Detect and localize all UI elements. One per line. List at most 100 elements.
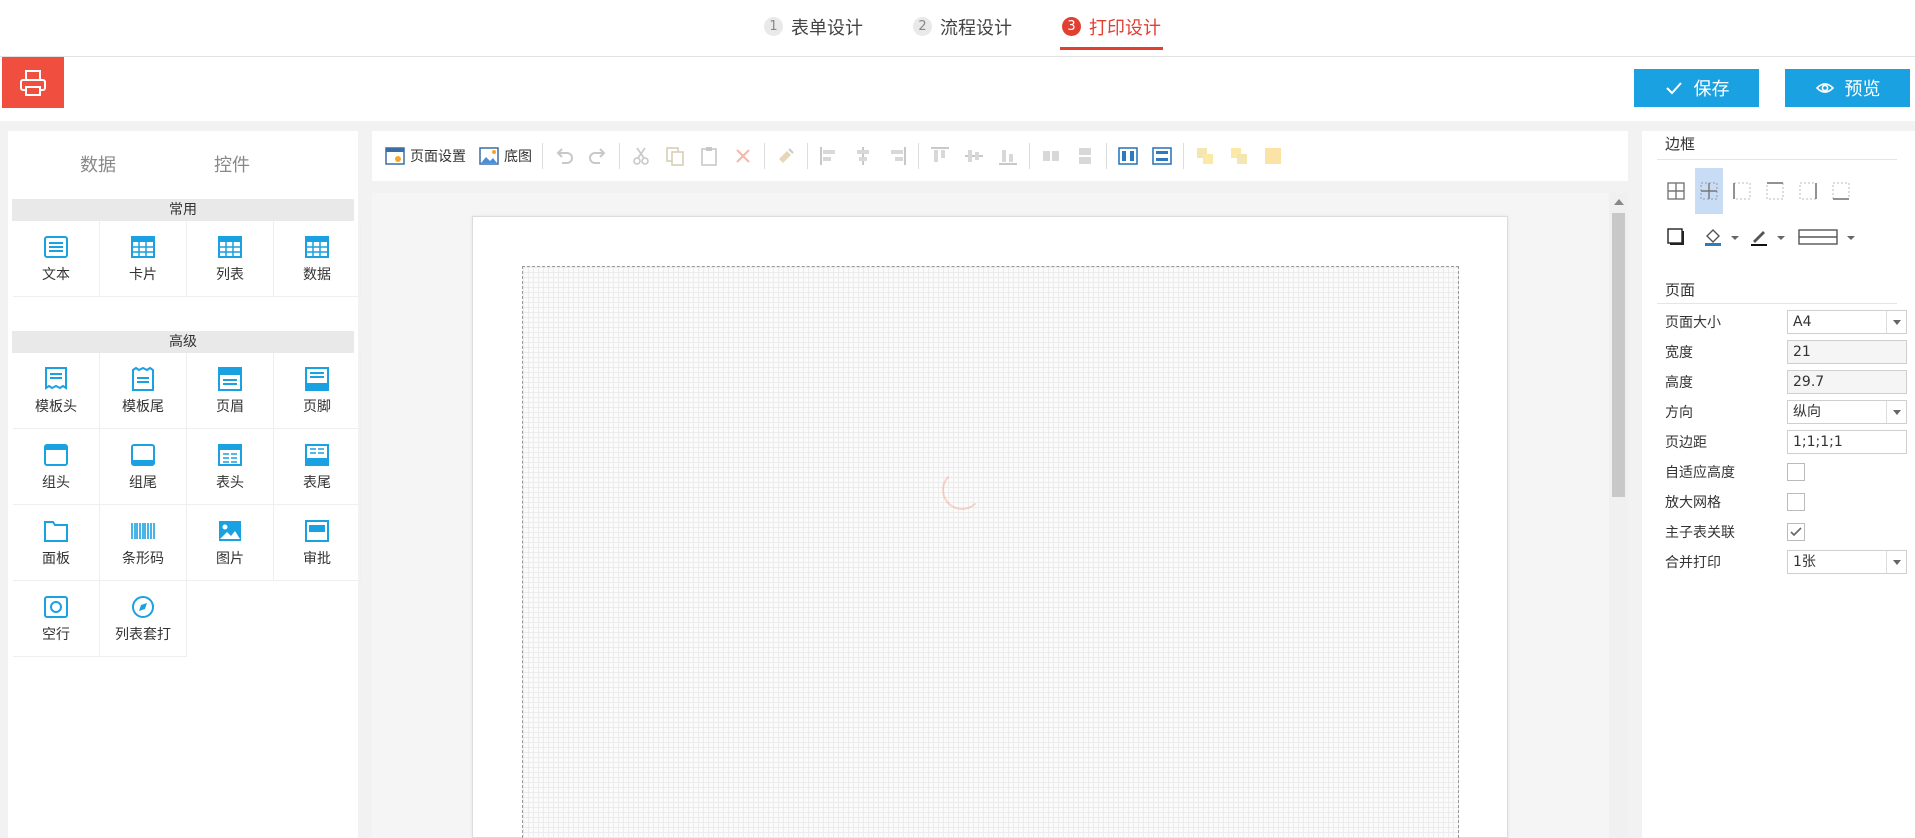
shadow-icon[interactable] (1665, 226, 1687, 248)
line-color-icon[interactable] (1748, 226, 1770, 248)
control-label: 表尾 (303, 475, 331, 491)
height-field[interactable]: 29.7 (1787, 370, 1907, 394)
same-height-button[interactable] (1068, 141, 1102, 171)
control-page-header[interactable]: 页眉 (187, 353, 274, 429)
same-width-icon (1043, 151, 1059, 161)
cut-button[interactable] (624, 141, 658, 171)
panel-icon (44, 521, 68, 542)
prop-label: 页边距 (1665, 435, 1707, 451)
eye-icon (1815, 83, 1834, 93)
control-card[interactable]: 卡片 (100, 221, 187, 297)
merge-print-select[interactable]: 1张 (1787, 550, 1907, 574)
tab-data[interactable]: 数据 (80, 151, 116, 177)
step-number: 3 (1062, 17, 1081, 36)
tab-controls[interactable]: 控件 (214, 151, 250, 177)
zoom-grid-checkbox[interactable] (1787, 493, 1805, 511)
left-border-icon[interactable] (1731, 180, 1753, 202)
chevron-down-icon[interactable] (1886, 551, 1906, 573)
auto-height-checkbox[interactable] (1787, 463, 1805, 481)
delete-button[interactable] (726, 141, 760, 171)
control-data[interactable]: 数据 (274, 221, 361, 297)
step-print-design[interactable]: 3 打印设计 (1060, 14, 1163, 50)
background-image-button[interactable]: 底图 (472, 141, 538, 171)
control-label: 列表 (216, 267, 244, 283)
control-group-footer[interactable]: 组尾 (100, 429, 187, 505)
inner-borders-icon[interactable] (1698, 180, 1720, 202)
align-left-button[interactable] (812, 141, 846, 171)
control-list[interactable]: 列表 (187, 221, 274, 297)
control-panel[interactable]: 面板 (13, 505, 100, 581)
align-middle-button[interactable] (957, 141, 991, 171)
align-top-button[interactable] (923, 141, 957, 171)
scrollbar-thumb[interactable] (1612, 213, 1625, 497)
all-borders-icon[interactable] (1665, 180, 1687, 202)
control-table-footer[interactable]: 表尾 (274, 429, 361, 505)
save-label: 保存 (1693, 79, 1730, 100)
paste-button[interactable] (692, 141, 726, 171)
canvas-scrollbar[interactable] (1609, 193, 1628, 838)
control-group-header[interactable]: 组头 (13, 429, 100, 505)
control-approval[interactable]: 审批 (274, 505, 361, 581)
properties-panel: 边框 页面 页面大小 A4 宽度 21 高度 29.7 方向 纵向 页边距 1;… (1642, 131, 1915, 838)
chevron-down-icon[interactable] (1886, 311, 1906, 333)
chevron-down-icon[interactable] (1840, 226, 1862, 248)
control-label: 模板头 (35, 399, 77, 415)
line-style-icon[interactable] (1798, 226, 1838, 248)
vertical-distribute-button[interactable] (1145, 141, 1179, 171)
page-size-select[interactable]: A4 (1787, 310, 1907, 334)
barcode-icon (131, 523, 155, 539)
orientation-select[interactable]: 纵向 (1787, 400, 1907, 424)
bring-front-button[interactable] (1188, 141, 1222, 171)
redo-icon (589, 148, 606, 164)
redo-button[interactable] (581, 141, 615, 171)
control-list-overprint[interactable]: 列表套打 (100, 581, 187, 657)
fill-color-icon[interactable] (1702, 226, 1724, 248)
undo-button[interactable] (547, 141, 581, 171)
control-image[interactable]: 图片 (187, 505, 274, 581)
right-border-icon[interactable] (1797, 180, 1819, 202)
advanced-controls-grid: 模板头 模板尾 页眉 页脚 组头 组尾 表头 表尾 面板 条形码 图片 审批 空… (13, 353, 361, 657)
select-value: 纵向 (1793, 404, 1821, 420)
horizontal-distribute-button[interactable] (1111, 141, 1145, 171)
control-text[interactable]: 文本 (13, 221, 100, 297)
prop-label: 高度 (1665, 375, 1693, 391)
control-label: 组尾 (129, 475, 157, 491)
send-back-button[interactable] (1222, 141, 1256, 171)
control-label: 组头 (42, 475, 70, 491)
chevron-down-icon[interactable] (1770, 226, 1792, 248)
chevron-down-icon[interactable] (1886, 401, 1906, 423)
undo-icon (556, 148, 573, 164)
control-page-footer[interactable]: 页脚 (274, 353, 361, 429)
same-width-button[interactable] (1034, 141, 1068, 171)
control-template-footer[interactable]: 模板尾 (100, 353, 187, 429)
chevron-down-icon[interactable] (1724, 226, 1746, 248)
group-button[interactable] (1256, 141, 1290, 171)
prop-label: 合并打印 (1665, 555, 1721, 571)
align-bottom-button[interactable] (991, 141, 1025, 171)
top-border-icon[interactable] (1764, 180, 1786, 202)
step-flow-design[interactable]: 2 流程设计 (913, 14, 1012, 50)
control-template-header[interactable]: 模板头 (13, 353, 100, 429)
step-label: 表单设计 (791, 18, 863, 39)
save-button[interactable]: 保存 (1634, 69, 1759, 107)
align-center-button[interactable] (846, 141, 880, 171)
preview-label: 预览 (1844, 79, 1881, 100)
format-painter-button[interactable] (769, 141, 803, 171)
preview-button[interactable]: 预览 (1785, 69, 1910, 107)
align-right-button[interactable] (880, 141, 914, 171)
scroll-up-arrow-icon[interactable] (1614, 199, 1624, 205)
align-center-icon (857, 147, 869, 165)
width-field[interactable]: 21 (1787, 340, 1907, 364)
margin-field[interactable]: 1;1;1;1 (1787, 430, 1907, 454)
bottom-border-icon[interactable] (1830, 180, 1852, 202)
copy-icon (666, 147, 684, 166)
control-empty-row[interactable]: 空行 (13, 581, 100, 657)
control-table-header[interactable]: 表头 (187, 429, 274, 505)
step-form-design[interactable]: 1 表单设计 (764, 14, 863, 50)
master-detail-checkbox[interactable] (1787, 523, 1805, 541)
control-barcode[interactable]: 条形码 (100, 505, 187, 581)
copy-button[interactable] (658, 141, 692, 171)
control-label: 面板 (42, 551, 70, 567)
design-grid[interactable] (522, 266, 1459, 838)
page-setup-button[interactable]: 页面设置 (378, 141, 472, 171)
